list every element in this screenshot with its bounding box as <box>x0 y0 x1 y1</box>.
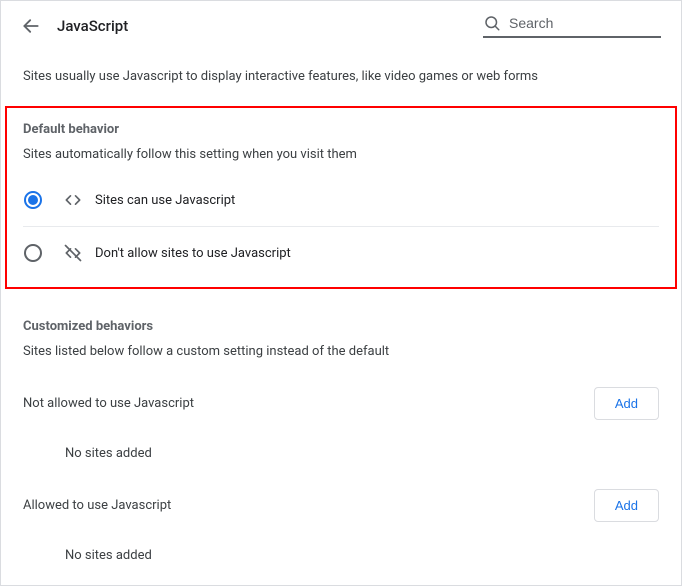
default-behavior-sub: Sites automatically follow this setting … <box>23 147 659 162</box>
search-input[interactable] <box>507 14 661 32</box>
custom-heading: Customized behaviors <box>23 319 659 334</box>
allowed-list-header: Allowed to use Javascript Add <box>23 489 659 522</box>
option-block-label: Don't allow sites to use Javascript <box>95 246 291 261</box>
search-icon <box>483 14 501 32</box>
code-off-icon <box>63 243 83 263</box>
custom-behaviors-section: Customized behaviors Sites listed below … <box>1 289 681 563</box>
intro-text: Sites usually use Javascript to display … <box>1 49 681 88</box>
radio-unselected[interactable] <box>23 243 43 263</box>
option-allow-js[interactable]: Sites can use Javascript <box>23 184 659 216</box>
arrow-left-icon <box>21 16 41 36</box>
search-box[interactable] <box>483 14 661 38</box>
code-icon <box>63 190 83 210</box>
default-behavior-heading: Default behavior <box>23 122 659 137</box>
allowed-list: Allowed to use Javascript Add No sites a… <box>23 489 659 563</box>
page-title: JavaScript <box>57 17 128 35</box>
option-allow-label: Sites can use Javascript <box>95 193 235 208</box>
add-allowed-button[interactable]: Add <box>594 489 659 522</box>
option-block-js[interactable]: Don't allow sites to use Javascript <box>23 226 659 269</box>
blocked-list: Not allowed to use Javascript Add No sit… <box>23 387 659 461</box>
page-header: JavaScript <box>1 1 681 49</box>
allowed-empty: No sites added <box>23 522 659 563</box>
blocked-empty: No sites added <box>23 420 659 461</box>
add-blocked-button[interactable]: Add <box>594 387 659 420</box>
blocked-list-header: Not allowed to use Javascript Add <box>23 387 659 420</box>
default-behavior-section: Default behavior Sites automatically fol… <box>5 106 677 289</box>
allowed-list-title: Allowed to use Javascript <box>23 498 171 513</box>
settings-page: JavaScript Sites usually use Javascript … <box>0 0 682 586</box>
custom-sub: Sites listed below follow a custom setti… <box>23 344 659 359</box>
blocked-list-title: Not allowed to use Javascript <box>23 396 194 411</box>
radio-selected[interactable] <box>23 190 43 210</box>
back-button[interactable] <box>21 16 41 36</box>
